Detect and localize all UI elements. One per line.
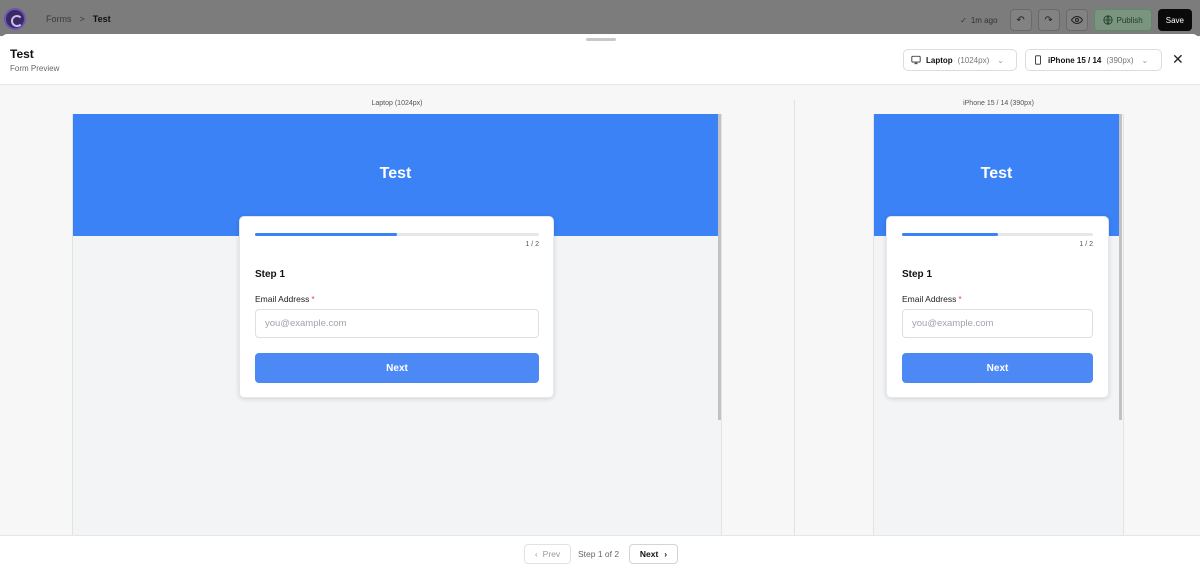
progress-text: 1 / 2	[525, 241, 539, 248]
next-button[interactable]: Next	[902, 353, 1093, 383]
next-button[interactable]: Next	[255, 353, 539, 383]
prev-step-button[interactable]: ‹ Prev	[524, 544, 571, 564]
globe-icon	[1102, 15, 1113, 25]
next-label: Next	[639, 549, 659, 559]
chevron-down-icon: ⌄	[997, 55, 1004, 65]
progress-bar	[255, 233, 539, 236]
phone-device-size: (390px)	[1106, 55, 1134, 65]
phone-icon	[1035, 55, 1041, 65]
step-indicator: Step 1 of 2	[578, 549, 620, 559]
phone-frame: Test 1 / 2 Step 1 Email Address* Next	[873, 114, 1124, 535]
step-navigation: ‹ Prev Step 1 of 2 Next ›	[0, 535, 1200, 565]
laptop-frame: Test 1 / 2 Step 1 Email Address* Next	[72, 114, 722, 535]
preview-canvas: Laptop (1024px) iPhone 15 / 14 (390px) T…	[0, 85, 1200, 537]
laptop-device-size: (1024px)	[957, 55, 990, 65]
eye-icon	[1070, 15, 1083, 25]
undo-button[interactable]: ↶	[1009, 9, 1032, 31]
saved-status: ✓ 1m ago	[960, 16, 997, 25]
undo-icon: ↶	[1016, 14, 1025, 26]
phone-device-name: iPhone 15 / 14	[1048, 55, 1102, 65]
form-title: Test	[379, 165, 412, 182]
close-icon: ✕	[1172, 51, 1184, 67]
phone-frame-label: iPhone 15 / 14 (390px)	[963, 100, 1034, 107]
preview-subtitle: Form Preview	[10, 64, 60, 73]
laptop-device-select[interactable]: Laptop (1024px) ⌄	[903, 49, 1017, 71]
preview-title: Test	[10, 47, 34, 61]
phone-device-select[interactable]: iPhone 15 / 14 (390px) ⌄	[1025, 49, 1162, 71]
chevron-left-icon: ‹	[534, 549, 538, 559]
preview-header: Test Form Preview Laptop (1024px) ⌄ iPho…	[0, 34, 1200, 85]
email-label-text: Email Address	[902, 294, 957, 304]
breadcrumb-separator-icon: >	[79, 14, 85, 24]
check-icon: ✓	[960, 15, 967, 25]
laptop-device-name: Laptop	[926, 55, 953, 65]
frame-divider	[794, 100, 795, 537]
progress-bar	[902, 233, 1093, 236]
form-card: 1 / 2 Step 1 Email Address* Next	[239, 216, 554, 398]
publish-button[interactable]: Publish	[1093, 9, 1152, 31]
email-label: Email Address *	[902, 294, 962, 304]
publish-label: Publish	[1116, 15, 1143, 25]
step-heading: Step 1	[902, 269, 933, 280]
chevron-right-icon: ›	[664, 549, 668, 559]
app-logo-icon[interactable]	[4, 8, 26, 30]
saved-time: 1m ago	[970, 15, 998, 25]
email-input[interactable]	[255, 309, 539, 338]
app-topbar: Forms > Test ✓ 1m ago ↶ ↷ Publish Save	[0, 0, 1200, 36]
drag-handle[interactable]	[586, 38, 616, 41]
breadcrumb-forms[interactable]: Forms	[46, 14, 72, 24]
form-preview-sheet: Test Form Preview Laptop (1024px) ⌄ iPho…	[0, 34, 1200, 565]
breadcrumb: Forms > Test	[46, 14, 111, 24]
chevron-down-icon: ⌄	[1141, 55, 1149, 65]
required-mark: *	[311, 294, 315, 304]
prev-label: Prev	[542, 549, 561, 559]
progress-fill	[902, 233, 998, 236]
required-mark: *	[958, 294, 962, 304]
monitor-icon	[911, 55, 921, 65]
frame-scrollbar[interactable]	[718, 114, 721, 420]
step-heading: Step 1	[255, 269, 286, 280]
frame-scrollbar[interactable]	[1119, 114, 1122, 420]
save-button[interactable]: Save	[1157, 9, 1192, 31]
redo-button[interactable]: ↷	[1037, 9, 1060, 31]
email-label: Email Address *	[255, 294, 315, 304]
progress-fill	[255, 233, 397, 236]
laptop-frame-label: Laptop (1024px)	[371, 100, 423, 107]
redo-icon: ↷	[1044, 14, 1053, 26]
close-button[interactable]: ✕	[1172, 51, 1184, 67]
progress-text: 1 / 2	[1079, 241, 1093, 248]
form-card: 1 / 2 Step 1 Email Address* Next	[886, 216, 1109, 398]
breadcrumb-current: Test	[92, 14, 111, 24]
email-input[interactable]	[902, 309, 1093, 338]
form-title: Test	[980, 165, 1013, 182]
email-label-text: Email Address	[255, 294, 310, 304]
preview-button[interactable]	[1065, 9, 1088, 31]
next-step-button[interactable]: Next ›	[629, 544, 678, 564]
